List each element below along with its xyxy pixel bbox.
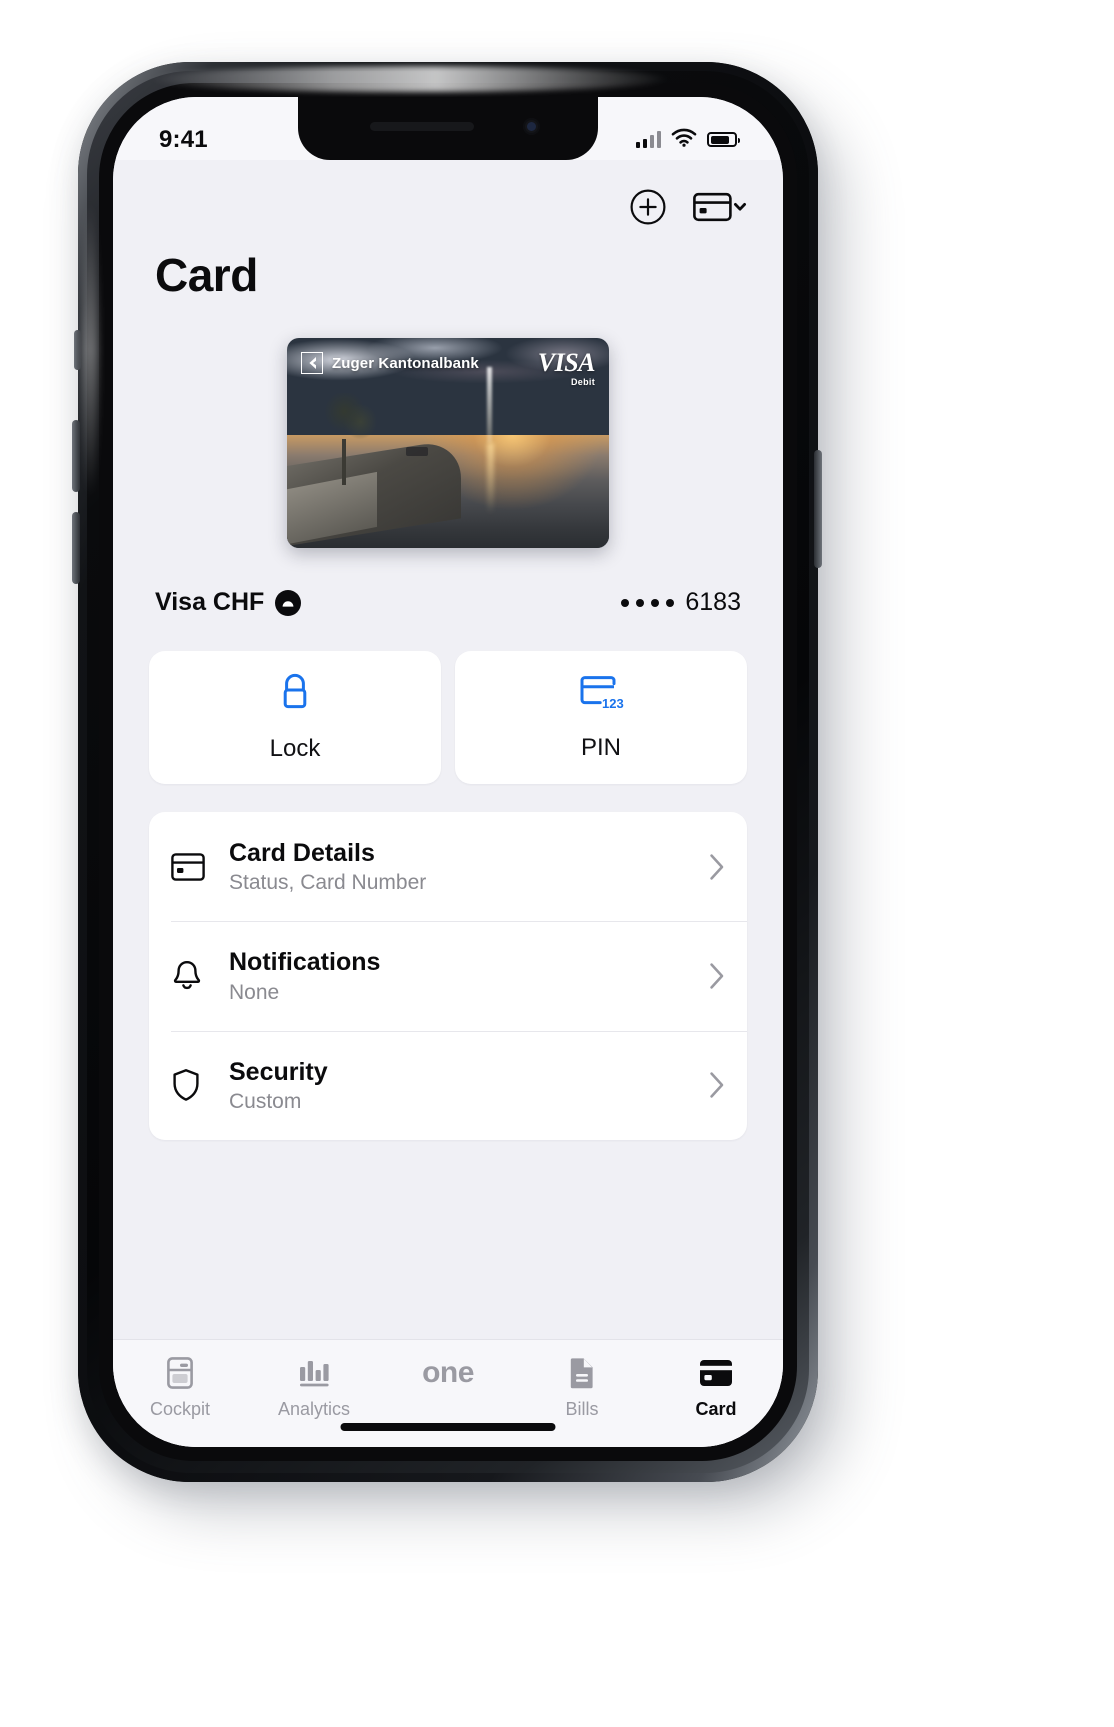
settings-row-notifications[interactable]: Notifications None <box>149 921 747 1030</box>
pin-action-label: PIN <box>580 734 621 761</box>
bell-icon <box>171 959 229 993</box>
settings-row-text: Card Details Status, Card Number <box>229 838 709 895</box>
card-last-four: 6183 <box>685 588 741 616</box>
page-scroll-area[interactable]: Card Zuger Kantonalbank VISA Debit Visa … <box>113 160 783 1339</box>
chevron-right-icon <box>709 962 725 990</box>
one-wordmark: one <box>422 1356 474 1390</box>
settings-row-card-details[interactable]: Card Details Status, Card Number <box>149 812 747 921</box>
credit-card-icon <box>171 852 229 881</box>
status-time: 9:41 <box>159 125 208 153</box>
earpiece-speaker <box>370 122 474 131</box>
card-summary-row: Visa CHF 6183 <box>113 548 783 617</box>
screenshot-stage: 9:41 Card Zuger Kantonalbank VISA Debit … <box>0 0 1114 1727</box>
lock-action-label: Lock <box>269 735 321 762</box>
settings-row-text: Notifications None <box>229 947 709 1004</box>
card-mask-dots <box>621 598 675 607</box>
tab-cockpit[interactable]: Cockpit <box>113 1356 247 1420</box>
tab-card[interactable]: Card <box>649 1356 783 1420</box>
chevron-right-icon <box>709 1071 725 1099</box>
one-wordmark-text: one <box>422 1356 474 1389</box>
card-summary-left: Visa CHF <box>155 588 302 617</box>
settings-row-title: Notifications <box>229 948 381 977</box>
home-indicator[interactable] <box>340 1423 556 1431</box>
card-network-block: VISA Debit <box>537 348 596 388</box>
volume-down-button[interactable] <box>72 512 80 584</box>
page-toolbar <box>113 160 783 226</box>
card-name-label: Visa CHF <box>155 588 265 616</box>
settings-row-title: Security <box>229 1057 328 1086</box>
phone-screen: 9:41 Card Zuger Kantonalbank VISA Debit … <box>113 97 783 1447</box>
app-container: Card Zuger Kantonalbank VISA Debit Visa … <box>113 160 783 1447</box>
settings-row-subtitle: Status, Card Number <box>229 871 427 895</box>
wifi-icon <box>671 128 697 152</box>
shield-icon <box>171 1068 229 1102</box>
card-artwork-wrapper: Zuger Kantonalbank VISA Debit <box>113 338 783 548</box>
tab-label: Analytics <box>277 1399 351 1419</box>
card-settings-list: Card Details Status, Card Number Notific… <box>149 812 747 1140</box>
cockpit-icon <box>167 1356 193 1390</box>
tab-one[interactable]: one <box>381 1356 515 1390</box>
tab-bills[interactable]: Bills <box>515 1356 649 1420</box>
tab-label: Card <box>695 1399 737 1419</box>
status-indicators <box>636 128 740 152</box>
phone-notch <box>298 97 598 160</box>
card-pin-123-icon: 123 <box>578 673 624 718</box>
document-icon <box>569 1356 595 1390</box>
card-bank-row: Zuger Kantonalbank <box>301 352 479 374</box>
lock-icon <box>277 672 313 719</box>
card-icon <box>699 1356 733 1390</box>
lock-action-button[interactable]: Lock <box>149 651 441 784</box>
card-chevron-down-icon[interactable] <box>693 190 747 224</box>
cloud-badge-icon <box>275 589 302 616</box>
zuger-kantonalbank-logo-icon <box>301 352 323 374</box>
tab-analytics[interactable]: Analytics <box>247 1356 381 1420</box>
credit-card-visual[interactable]: Zuger Kantonalbank VISA Debit <box>287 338 609 548</box>
battery-icon <box>707 132 740 147</box>
chevron-right-icon <box>709 853 725 881</box>
power-button[interactable] <box>814 450 822 568</box>
visa-debit-label: Debit <box>571 377 595 387</box>
plus-circle-icon[interactable] <box>629 188 667 226</box>
mute-switch[interactable] <box>74 330 81 370</box>
settings-row-subtitle: None <box>229 980 280 1004</box>
cellular-signal-icon <box>636 131 661 148</box>
bar-chart-icon <box>298 1356 330 1390</box>
settings-row-title: Card Details <box>229 839 375 867</box>
tab-label: Bills <box>565 1399 599 1419</box>
svg-text:123: 123 <box>602 696 624 711</box>
card-bank-name: Zuger Kantonalbank <box>332 354 479 372</box>
settings-row-text: Security Custom <box>229 1057 709 1114</box>
volume-up-button[interactable] <box>72 420 80 492</box>
tab-label: Cockpit <box>149 1399 211 1419</box>
settings-row-security[interactable]: Security Custom <box>149 1030 747 1140</box>
page-title: Card <box>155 249 258 301</box>
pin-action-button[interactable]: 123 PIN <box>455 651 747 784</box>
visa-wordmark: VISA <box>537 348 596 377</box>
card-masked-number: 6183 <box>621 588 741 617</box>
quick-actions: Lock 123 PIN <box>113 617 783 784</box>
front-camera <box>523 118 540 135</box>
settings-row-subtitle: Custom <box>229 1089 302 1113</box>
